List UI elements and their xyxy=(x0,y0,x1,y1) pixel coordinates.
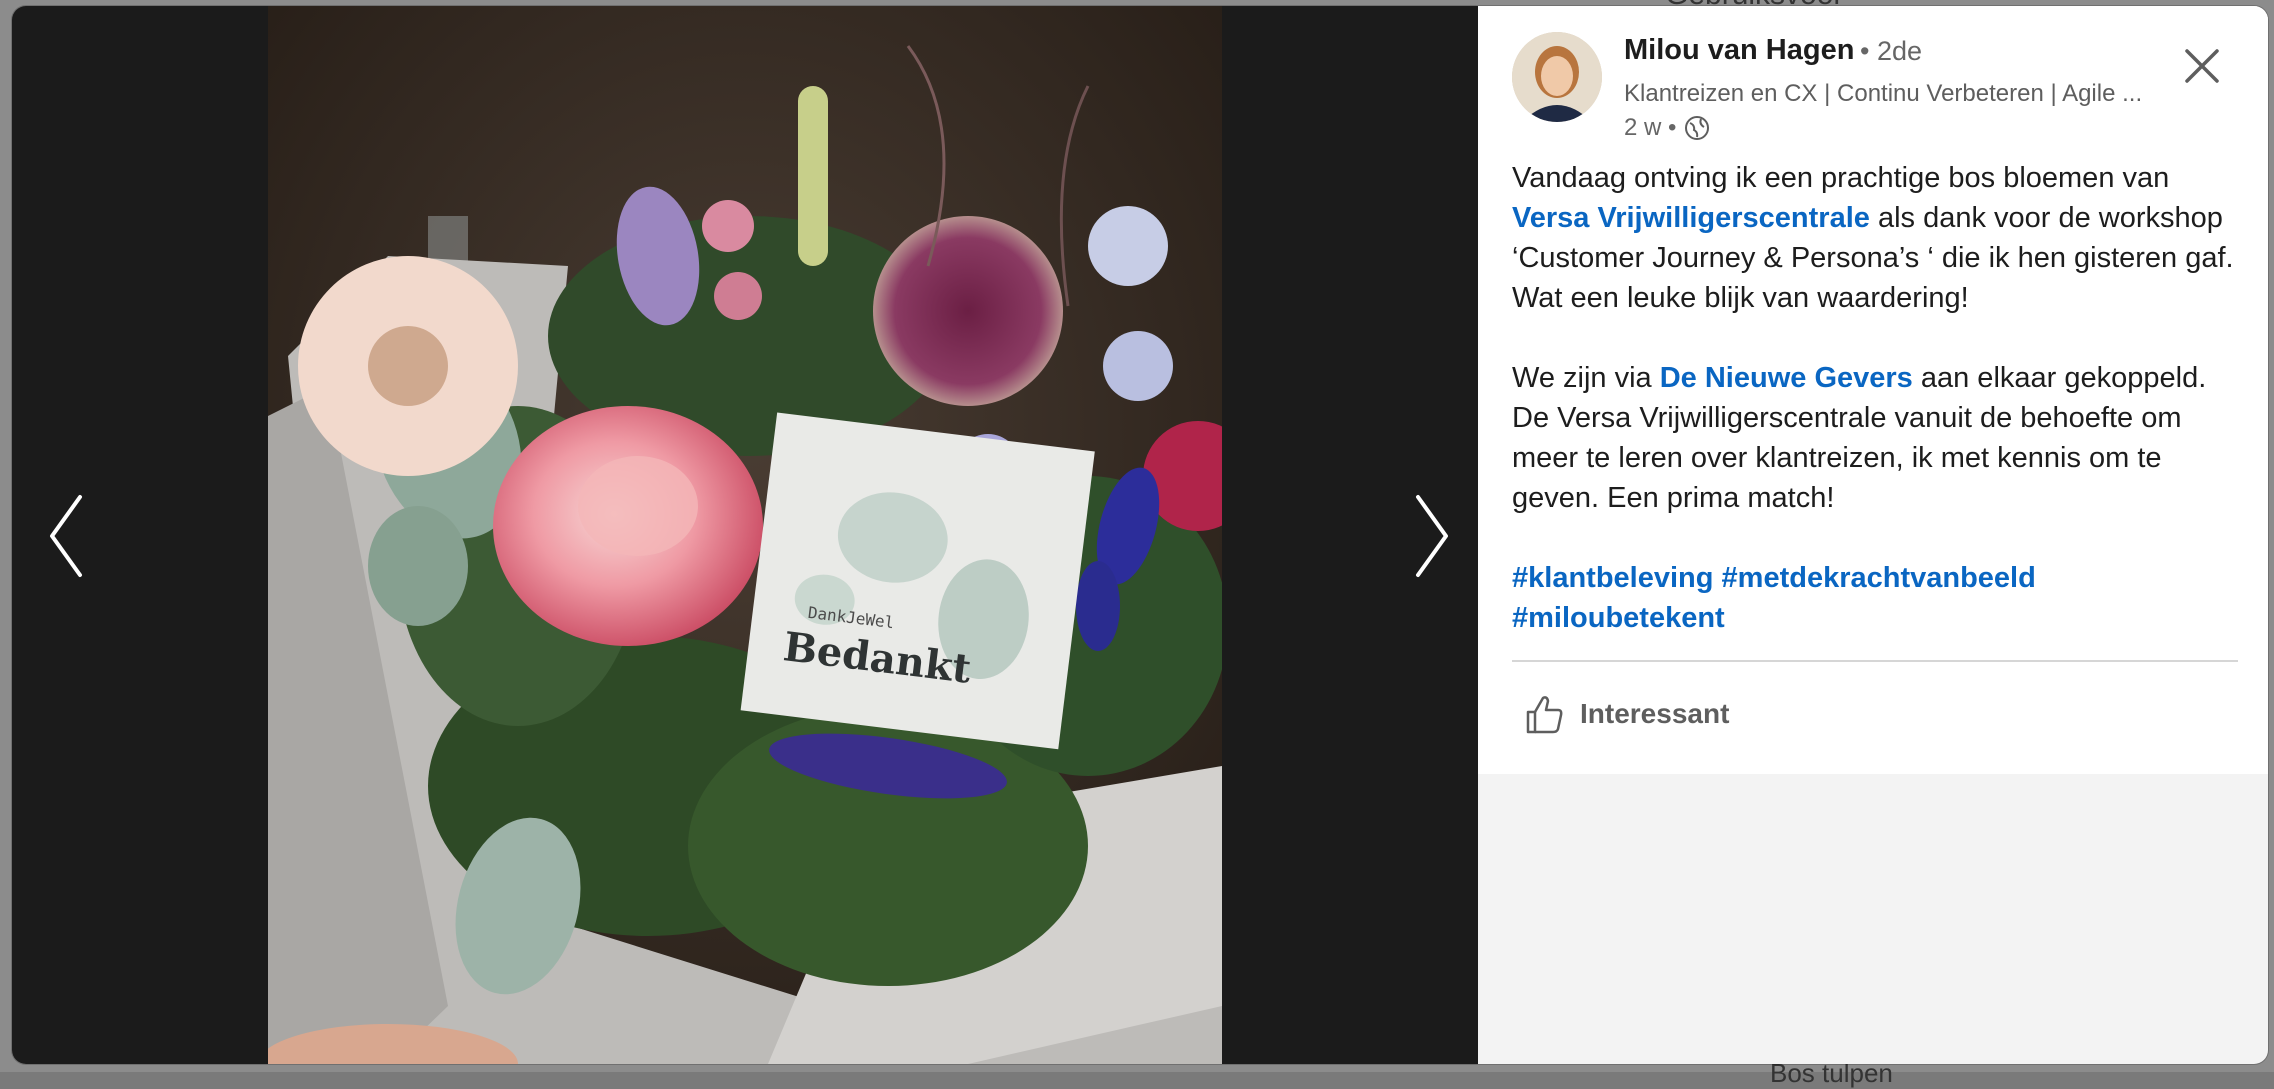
author-headline: Klantreizen en CX | Continu Verbeteren |… xyxy=(1624,80,2143,107)
post-body: Vandaag ontving ik een prachtige bos blo… xyxy=(1512,158,2242,678)
post-content: Milou van Hagen • 2de Klantreizen en CX … xyxy=(1478,6,2268,774)
connection-degree: • 2de xyxy=(1860,36,1923,66)
post-modal: DankJeWel Bedankt Milou van Hagen • 2de … xyxy=(12,6,2268,1064)
post-meta: 2 w • xyxy=(1624,114,1710,142)
hashtag-link[interactable]: #miloubetekent xyxy=(1512,602,1725,634)
post-paragraph-2: We zijn via De Nieuwe Gevers aan elkaar … xyxy=(1512,358,2242,518)
post-sidebar: Milou van Hagen • 2de Klantreizen en CX … xyxy=(1478,6,2268,1064)
post-time: 2 w • xyxy=(1624,114,1677,141)
author-name[interactable]: Milou van Hagen xyxy=(1624,34,1854,67)
previous-image-button[interactable] xyxy=(36,486,96,586)
hashtag-link[interactable]: #metdekrachtvanbeeld xyxy=(1722,562,2036,594)
chevron-right-icon xyxy=(1416,495,1448,577)
globe-icon xyxy=(1685,116,1710,140)
mention-versa-link[interactable]: Versa Vrijwilligerscentrale xyxy=(1512,202,1870,234)
author-avatar[interactable] xyxy=(1512,32,1602,122)
divider xyxy=(1512,660,2238,662)
close-icon xyxy=(2185,49,2219,83)
post-photo: DankJeWel Bedankt xyxy=(268,6,1222,1064)
post-text: We zijn via xyxy=(1512,362,1660,394)
chevron-left-icon xyxy=(50,495,82,577)
hashtag-link[interactable]: #klantbeleving xyxy=(1512,562,1713,594)
close-button[interactable] xyxy=(2178,42,2226,90)
reaction-label: Interessant xyxy=(1580,698,1730,729)
image-viewer: DankJeWel Bedankt xyxy=(12,6,1478,1064)
post-paragraph-1: Vandaag ontving ik een prachtige bos blo… xyxy=(1512,158,2242,318)
post-text: Vandaag ontving ik een prachtige bos blo… xyxy=(1512,162,2170,194)
next-image-button[interactable] xyxy=(1402,486,1462,586)
reaction-button[interactable]: Interessant xyxy=(1522,692,1729,736)
hashtags: #klantbeleving #metdekrachtvanbeeld #milo… xyxy=(1512,558,2242,638)
mention-nieuwe-gevers-link[interactable]: De Nieuwe Gevers xyxy=(1660,362,1913,394)
thumbs-up-icon xyxy=(1526,696,1563,734)
